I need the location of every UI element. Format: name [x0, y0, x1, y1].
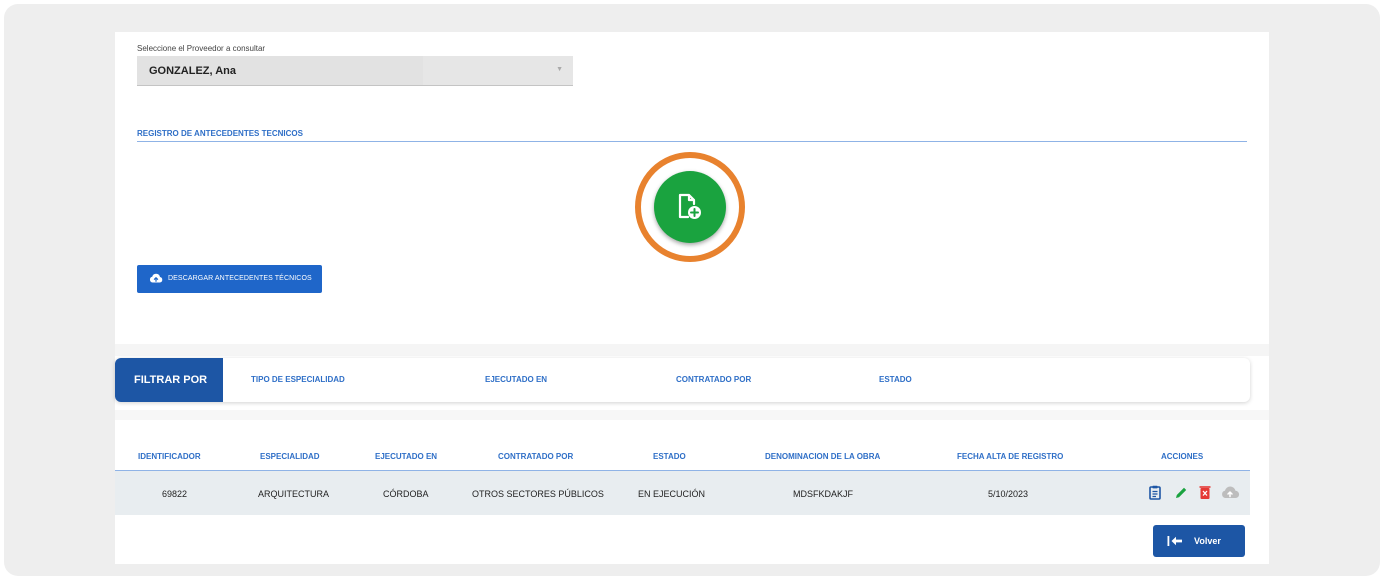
delete-action-button[interactable]	[1199, 485, 1211, 505]
column-header[interactable]: CONTRATADO POR	[498, 452, 573, 461]
view-action-button[interactable]	[1149, 485, 1161, 505]
section-title: REGISTRO DE ANTECEDENTES TECNICOS	[137, 129, 303, 138]
column-header[interactable]: IDENTIFICADOR	[138, 452, 201, 461]
arrow-left-bar-icon	[1167, 536, 1182, 546]
download-antecedentes-button[interactable]: DESCARGAR ANTECEDENTES TÉCNICOS	[137, 265, 322, 293]
page-frame: Seleccione el Proveedor a consultar GONZ…	[4, 4, 1380, 576]
clipboard-icon	[1149, 485, 1161, 500]
cell-denominacion: MDSFKDAKJF	[793, 489, 854, 499]
column-header: ACCIONES	[1161, 452, 1204, 461]
filter-option-estado[interactable]: ESTADO	[879, 375, 912, 384]
download-button-label: DESCARGAR ANTECEDENTES TÉCNICOS	[168, 275, 312, 282]
column-header[interactable]: ESPECIALIDAD	[260, 452, 320, 461]
column-header[interactable]: FECHA ALTA DE REGISTRO	[957, 452, 1063, 461]
cell-estado: EN EJECUCIÓN	[638, 489, 706, 499]
cell-ejecutado-en: CÓRDOBA	[383, 489, 429, 499]
edit-action-button[interactable]	[1174, 485, 1188, 505]
cell-fecha-alta: 5/10/2023	[988, 489, 1029, 499]
cloud-upload-icon	[149, 273, 163, 283]
filter-bar: FILTRAR POR TIPO DE ESPECIALIDAD EJECUTA…	[115, 358, 1250, 402]
back-button-label: Volver	[1194, 536, 1221, 546]
table-separator	[115, 410, 1269, 420]
column-header[interactable]: DENOMINACION DE LA OBRA	[765, 452, 880, 461]
file-add-icon	[678, 193, 701, 219]
edit-pencil-icon	[1176, 487, 1187, 498]
filter-option-especialidad[interactable]: TIPO DE ESPECIALIDAD	[251, 375, 345, 384]
provider-selected-value: GONZALEZ, Ana	[149, 65, 236, 77]
column-header[interactable]: ESTADO	[653, 452, 686, 461]
highlight-ring	[635, 152, 745, 262]
cloud-upload-icon	[1222, 486, 1240, 498]
cell-identificador: 69822	[162, 489, 188, 499]
filter-tab-label: FILTRAR POR	[134, 374, 208, 386]
filter-option-ejecutado[interactable]: EJECUTADO EN	[485, 375, 547, 384]
cell-contratado-por: OTROS SECTORES PÚBLICOS	[472, 489, 604, 499]
filter-option-contratado[interactable]: CONTRATADO POR	[676, 375, 751, 384]
back-button[interactable]: Volver	[1153, 525, 1245, 557]
section-divider	[137, 141, 1247, 142]
provider-select[interactable]: GONZALEZ, Ana ▼	[137, 56, 573, 86]
section-separator	[115, 344, 1269, 356]
select-segment	[423, 56, 573, 85]
column-header[interactable]: EJECUTADO EN	[375, 452, 437, 461]
chevron-down-icon: ▼	[556, 66, 563, 73]
upload-action-button[interactable]	[1220, 485, 1240, 505]
provider-label: Seleccione el Proveedor a consultar	[137, 44, 266, 53]
add-record-button[interactable]	[654, 171, 726, 243]
filter-tab[interactable]: FILTRAR POR	[115, 358, 223, 402]
cell-especialidad: ARQUITECTURA	[258, 489, 330, 499]
main-panel: Seleccione el Proveedor a consultar GONZ…	[115, 32, 1269, 564]
delete-icon	[1199, 486, 1211, 499]
